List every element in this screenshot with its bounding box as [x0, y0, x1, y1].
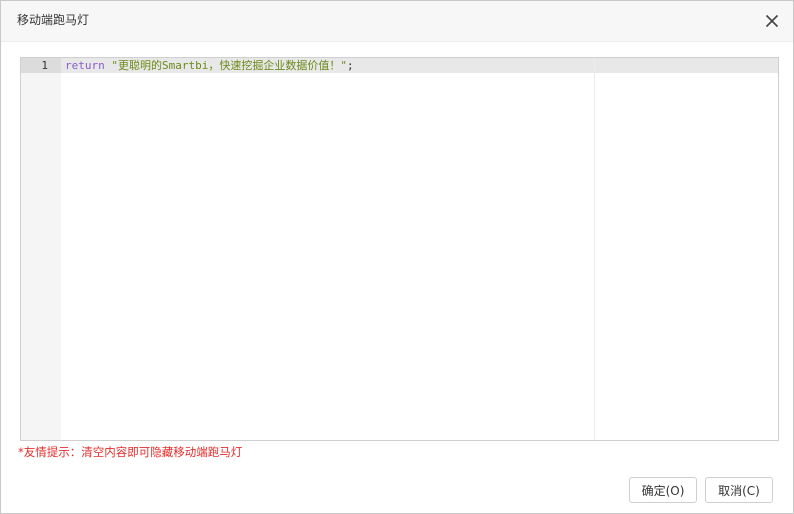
- ok-button[interactable]: 确定(O): [629, 477, 697, 503]
- editor-gutter: [21, 58, 61, 440]
- friendly-tip: *友情提示：清空内容即可隐藏移动端跑马灯: [18, 445, 243, 459]
- cancel-button[interactable]: 取消(C): [705, 477, 773, 503]
- print-margin-line: [594, 58, 595, 440]
- code-editor[interactable]: 1 return "更聪明的Smartbi，快速挖掘企业数据价值！";: [20, 57, 779, 441]
- code-terminator: ;: [346, 59, 354, 72]
- close-icon[interactable]: [763, 12, 781, 30]
- dialog-title: 移动端跑马灯: [17, 13, 90, 27]
- code-keyword: return: [65, 59, 105, 72]
- marquee-dialog: 移动端跑马灯 1 return "更聪明的Smartbi，快速挖掘企业数据价值！…: [0, 0, 794, 514]
- line-number: 1: [41, 59, 48, 72]
- code-string: "更聪明的Smartbi，快速挖掘企业数据价值！": [111, 59, 347, 72]
- dialog-header: 移动端跑马灯: [1, 1, 793, 42]
- code-line[interactable]: return "更聪明的Smartbi，快速挖掘企业数据价值！";: [65, 58, 354, 73]
